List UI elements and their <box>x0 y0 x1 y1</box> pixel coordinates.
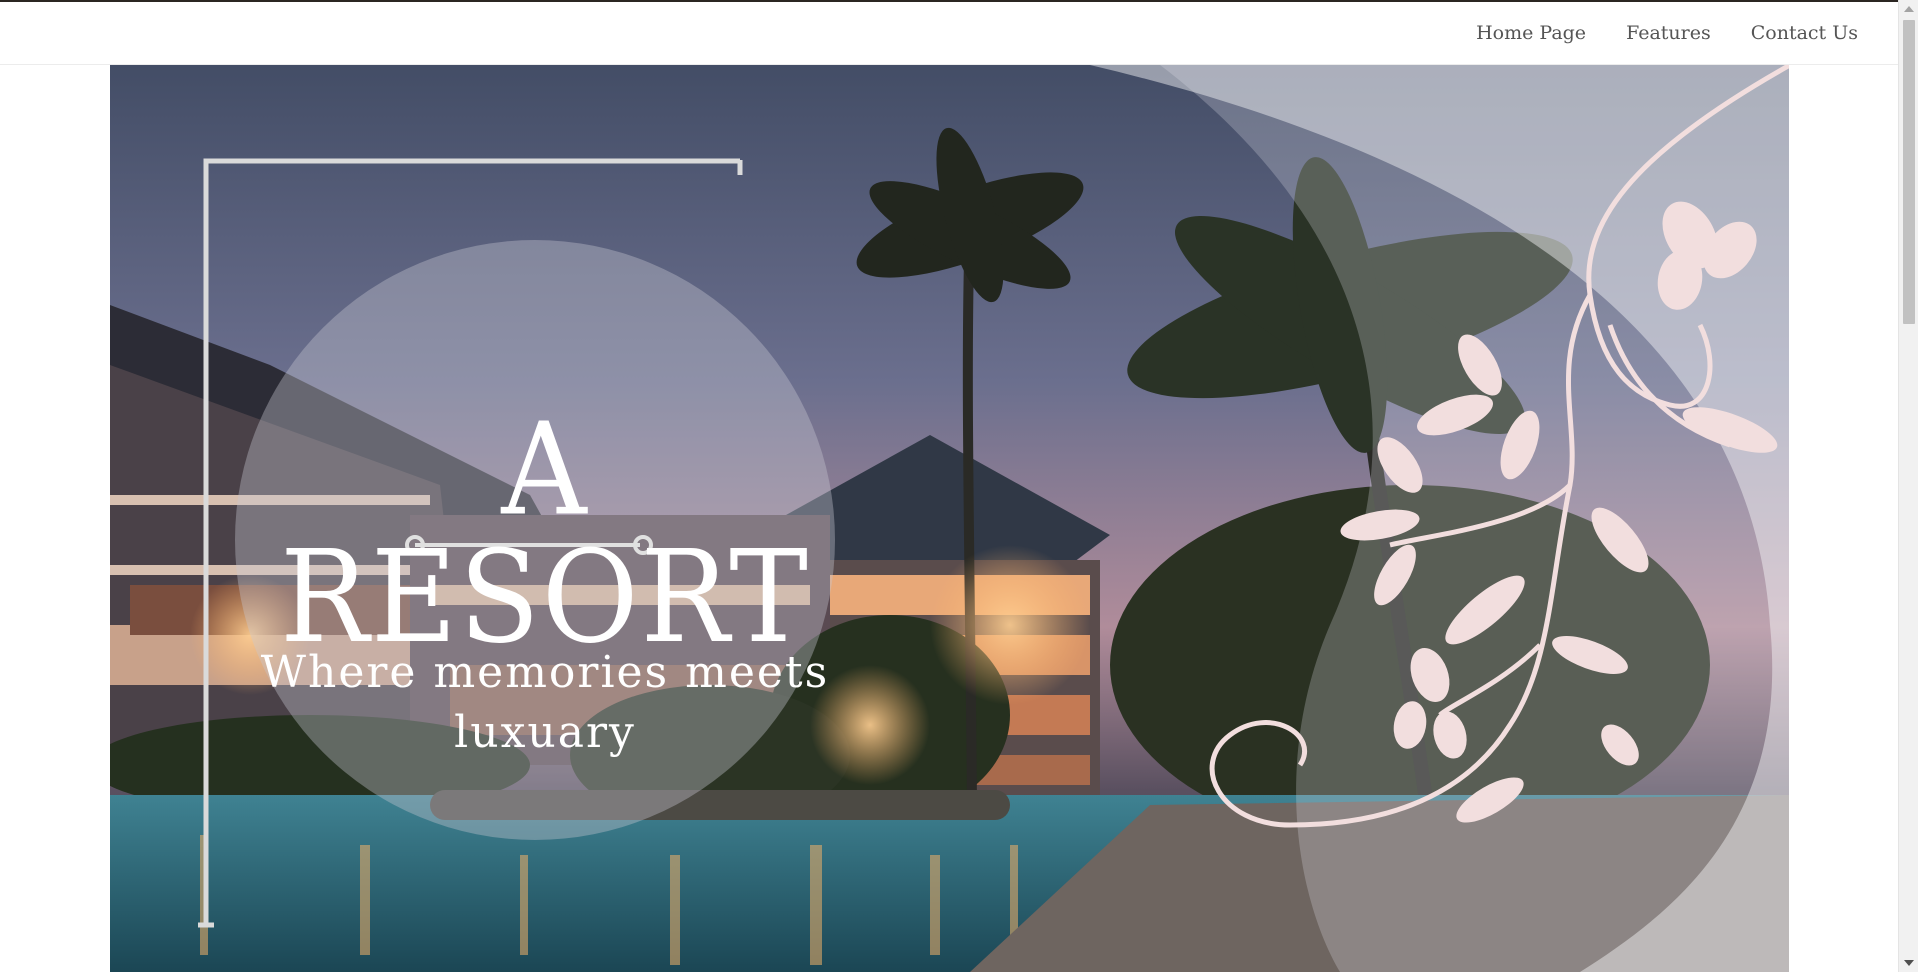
nav-links: Home Page Features Contact Us <box>1476 22 1858 44</box>
scroll-down-arrow-icon[interactable] <box>1904 960 1914 966</box>
hero-title: A RESORT <box>279 394 811 672</box>
nav-link-home[interactable]: Home Page <box>1476 22 1586 44</box>
scroll-up-arrow-icon[interactable] <box>1904 6 1914 12</box>
hero-subtitle: Where memories meets luxuary <box>260 647 830 758</box>
nav-link-contact[interactable]: Contact Us <box>1751 22 1858 44</box>
nav-link-features[interactable]: Features <box>1626 22 1711 44</box>
hero-banner: A RESORT Where memories meets luxuary <box>110 65 1789 972</box>
top-navbar: Home Page Features Contact Us <box>0 2 1898 65</box>
vertical-scrollbar[interactable] <box>1898 0 1918 972</box>
scrollbar-thumb[interactable] <box>1903 20 1915 324</box>
